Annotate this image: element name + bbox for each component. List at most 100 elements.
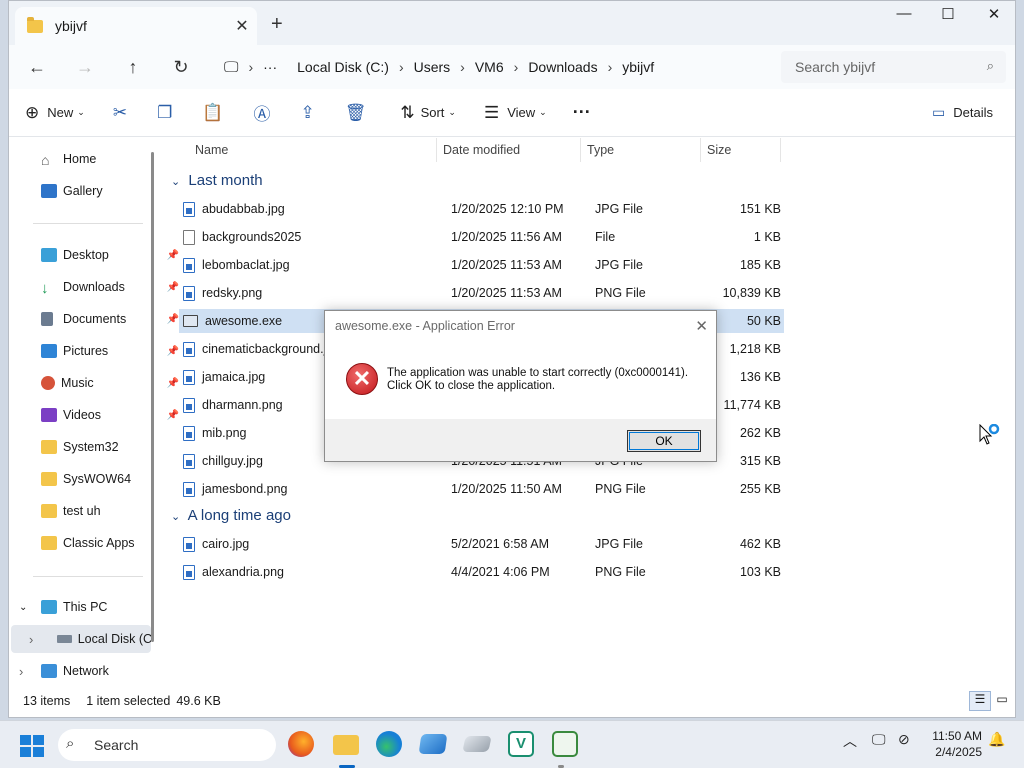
tiles-view-icon[interactable]: ▭ [991,691,1013,711]
up-arrow-icon[interactable]: ↑ [109,57,157,78]
share-button[interactable]: ⇪ [300,97,314,129]
details-button[interactable]: ▭ Details [932,97,993,129]
address-bar[interactable]: 🖵 › ··· Local Disk (C:) › Users › VM6 › … [214,51,759,83]
breadcrumb-downloads[interactable]: Downloads [518,59,607,75]
sidebar-item-music[interactable]: Music 📌 [41,369,181,397]
file-row[interactable]: cairo.jpg 5/2/2021 6:58 AM JPG File 462 KB [179,532,784,556]
sidebar-item-pictures[interactable]: Pictures 📌 [41,337,181,365]
sidebar-item-documents[interactable]: Documents 📌 [41,305,181,333]
sidebar-item-classic-apps[interactable]: Classic Apps [41,529,181,557]
app-tile-icon[interactable] [462,736,492,752]
file-row[interactable]: redsky.png 1/20/2025 11:53 AM PNG File 10,8… [179,281,784,305]
column-header-size[interactable]: Size [707,138,731,162]
pin-icon[interactable]: 📌 [167,250,179,261]
chevron-down-icon: ⌄ [77,107,85,117]
chevron-down-icon[interactable]: ⌄ [19,602,41,613]
sidebar-item-network[interactable]: › Network [19,657,159,685]
pin-icon[interactable]: 📌 [167,346,179,357]
this-pc-icon[interactable]: 🖵 [214,59,248,76]
column-header-name[interactable]: Name [195,138,228,162]
chevron-up-icon[interactable]: ︿ [843,731,857,751]
copy-button[interactable]: ❐ [157,97,172,129]
file-row[interactable]: jamesbond.png 1/20/2025 11:50 AM PNG File 2… [179,477,784,501]
pin-icon[interactable]: 📌 [167,314,179,325]
refresh-icon[interactable]: ↻ [157,57,205,78]
group-header-long-ago[interactable]: ⌄ A long time ago [171,507,291,524]
close-window-button[interactable]: ✕ [971,5,1017,23]
file-name: lebombaclat.jpg [202,258,290,272]
delete-button[interactable]: 🗑 [345,97,367,129]
firefox-icon[interactable] [288,731,314,757]
network-muted-icon[interactable]: ⊘ [898,731,910,748]
chevron-right-icon[interactable]: › [11,632,35,647]
search-input[interactable]: Search ybijvf ⌕ [781,51,1006,83]
column-divider[interactable] [780,138,781,162]
file-row[interactable]: backgrounds2025 1/20/2025 11:56 AM File 1 K… [179,225,784,249]
sidebar-item-videos[interactable]: Videos 📌 [41,401,181,429]
column-divider[interactable] [580,138,581,162]
sidebar-item-this-pc[interactable]: ⌄ This PC [19,593,159,621]
sidebar-item-test-uh[interactable]: test uh [41,497,181,525]
paste-button[interactable]: 📋 [202,97,223,129]
taskbar-search[interactable]: ⌕ Search [58,729,276,761]
column-divider[interactable] [700,138,701,162]
ok-button[interactable]: OK [627,430,701,452]
view-list-icon: ☰ [483,102,500,122]
overflow-icon[interactable]: ··· [253,59,287,75]
details-view-icon[interactable]: ☰ [969,691,991,711]
sidebar-item-downloads[interactable]: ↓ Downloads 📌 [41,273,181,301]
sidebar-item-label: This PC [63,600,108,614]
pin-icon[interactable]: 📌 [167,378,179,389]
file-row[interactable]: lebombaclat.jpg 1/20/2025 11:53 AM JPG Fil… [179,253,784,277]
forward-arrow-icon[interactable]: → [61,57,109,78]
tab-close-icon[interactable]: ✕ [227,16,257,36]
group-header-last-month[interactable]: ⌄ Last month [171,172,263,189]
breadcrumb-local-disk[interactable]: Local Disk (C:) [287,59,399,75]
chevron-right-icon[interactable]: › [19,664,41,679]
terminal-icon[interactable] [552,731,578,757]
new-button[interactable]: ⊕ New ⌄ [25,97,85,129]
sidebar-scrollbar[interactable] [151,152,154,642]
sort-button[interactable]: ⇅ Sort ⌄ [400,97,456,129]
sidebar-item-local-disk[interactable]: › Local Disk (C: [11,625,151,653]
view-button[interactable]: ☰ View ⌄ [484,97,547,129]
file-explorer-icon[interactable] [333,735,359,755]
sidebar-item-label: Videos [63,408,101,422]
file-row[interactable]: abudabbab.jpg 1/20/2025 12:10 PM JPG File 1… [179,197,784,221]
column-header-date[interactable]: Date modified [443,138,520,162]
code-editor-icon[interactable]: V [508,731,534,757]
sidebar-item-system32[interactable]: System32 [41,433,181,461]
new-tab-button[interactable]: + [271,13,283,36]
folder-icon [27,16,43,33]
group-label: A long time ago [187,507,291,524]
sidebar-item-home[interactable]: ⌂ Home [41,145,181,173]
pin-icon[interactable]: 📌 [167,410,179,421]
app-window-icon[interactable] [418,734,448,754]
file-row[interactable]: alexandria.png 4/4/2021 4:06 PM PNG File 10… [179,560,784,584]
minimize-button[interactable]: — [881,5,927,22]
notification-bell-icon[interactable]: 🔔 [988,731,1005,748]
breadcrumb-ybijvf[interactable]: ybijvf [612,59,664,75]
edge-icon[interactable] [376,731,402,757]
sidebar-item-desktop[interactable]: Desktop 📌 [41,241,181,269]
sidebar-item-syswow64[interactable]: SysWOW64 [41,465,181,493]
clock-date: 2/4/2025 [935,745,982,759]
breadcrumb-users[interactable]: Users [404,59,461,75]
status-bar: 13 items 1 item selected 49.6 KB [9,687,1015,715]
sidebar-item-gallery[interactable]: Gallery [41,177,181,205]
file-name: alexandria.png [202,565,285,579]
windows-start-icon[interactable] [20,735,44,757]
explorer-tab[interactable]: ybijvf ✕ [15,7,257,45]
more-options-icon[interactable]: ··· [573,97,591,129]
back-arrow-icon[interactable]: ← [13,57,61,78]
rename-button[interactable]: Ⓐ [253,97,270,129]
clock[interactable]: 11:50 AM 2/4/2025 [930,728,982,760]
column-header-type[interactable]: Type [587,138,614,162]
pin-icon[interactable]: 📌 [167,282,179,293]
dialog-close-icon[interactable]: ✕ [695,317,708,335]
display-icon[interactable]: 🖵 [872,731,886,748]
column-divider[interactable] [436,138,437,162]
maximize-button[interactable]: ☐ [925,5,971,23]
cut-button[interactable]: ✂ [113,97,127,129]
breadcrumb-vm6[interactable]: VM6 [465,59,514,75]
